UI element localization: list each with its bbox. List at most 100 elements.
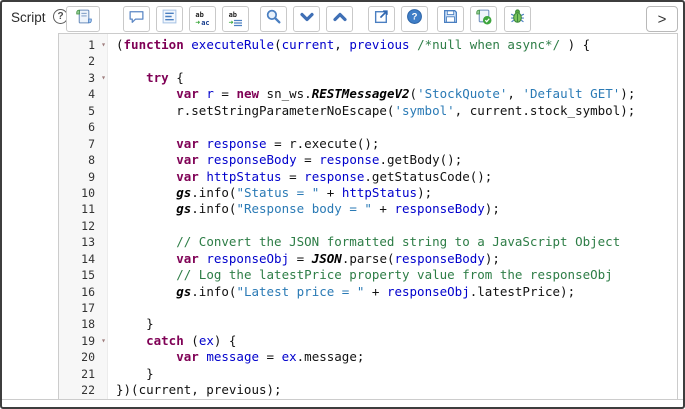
code-text: gs.info("Latest price = " + responseObj.… xyxy=(176,283,576,299)
line-number: 6 xyxy=(88,120,95,135)
code-text: r.setStringParameterNoEscape('symbol', c… xyxy=(116,102,636,118)
debug-button[interactable] xyxy=(504,6,531,32)
code-lines[interactable]: 1 ▾ (function executeRule(current, previou… xyxy=(59,34,677,399)
line-number: 5 xyxy=(88,103,95,118)
open-in-new-window-button[interactable] xyxy=(368,6,395,32)
comment-icon xyxy=(128,8,145,30)
code-line[interactable]: 10 gs.info("Status = " + httpStatus); xyxy=(59,185,677,201)
code-text: gs.info("Status = " + httpStatus); xyxy=(176,184,433,200)
code-line[interactable]: 17 xyxy=(59,300,677,316)
code-editor[interactable]: 1 ▾ (function executeRule(current, previou… xyxy=(58,33,678,399)
code-line[interactable]: 15 // Log the latestPrice property value… xyxy=(59,267,677,283)
code-line[interactable]: 3 ▾ try { xyxy=(59,70,677,86)
replace-icon-text-bottom: ac xyxy=(201,18,210,27)
svg-text:?: ? xyxy=(412,12,418,23)
replace-all-button[interactable]: ab ➜ xyxy=(222,6,249,32)
line-number: 18 xyxy=(81,317,95,332)
help-icon: ? xyxy=(406,8,423,30)
code-line[interactable]: 7 var response = r.execute(); xyxy=(59,136,677,152)
script-fields-button[interactable] xyxy=(66,6,100,32)
code-text: } xyxy=(116,316,154,332)
code-line[interactable]: 4 var r = new sn_ws.RESTMessageV2('Stock… xyxy=(59,86,677,102)
code-line[interactable]: 11 gs.info("Response body = " + response… xyxy=(59,201,677,217)
code-line[interactable]: 6 xyxy=(59,119,677,135)
fold-arrow-icon[interactable]: ▾ xyxy=(101,70,106,86)
script-editor-toolbar: ab ➜ ac ab ➜ ? xyxy=(66,5,537,33)
chevron-down-icon xyxy=(299,9,315,30)
code-line[interactable]: 5 r.setStringParameterNoEscape('symbol',… xyxy=(59,103,677,119)
line-number: 9 xyxy=(88,169,95,184)
syntax-check-button[interactable] xyxy=(470,6,497,32)
line-number: 16 xyxy=(81,284,95,299)
line-number: 10 xyxy=(81,185,95,200)
code-text: var response = r.execute(); xyxy=(176,135,380,151)
line-number: 15 xyxy=(81,268,95,283)
popout-icon xyxy=(373,8,390,30)
save-icon xyxy=(442,8,459,30)
code-text: // Log the latestPrice property value fr… xyxy=(176,267,613,283)
line-number: 21 xyxy=(81,366,95,381)
code-line[interactable]: 16 gs.info("Latest price = " + responseO… xyxy=(59,284,677,300)
code-text: gs.info("Response body = " + responseBod… xyxy=(176,201,500,217)
green-arrow-icon: ➜ xyxy=(195,17,201,27)
code-text: // Convert the JSON formatted string to … xyxy=(176,234,621,250)
line-number: 7 xyxy=(88,136,95,151)
script-field-container: Script ? ab ➜ ac ab ➜ ? > 1 ▾ (function … xyxy=(0,0,685,409)
line-number: 4 xyxy=(88,87,95,102)
code-text: var httpStatus = response.getStatusCode(… xyxy=(176,168,493,184)
line-number: 8 xyxy=(88,153,95,168)
search-icon xyxy=(265,8,282,30)
expand-editor-button[interactable]: > xyxy=(646,6,678,32)
code-text: try { xyxy=(146,69,184,85)
line-number: 3 ▾ xyxy=(88,70,106,86)
line-number: 13 xyxy=(81,235,95,250)
line-number: 22 xyxy=(81,383,95,398)
toggle-comment-button[interactable] xyxy=(123,6,150,32)
code-text: var r = new sn_ws.RESTMessageV2('StockQu… xyxy=(176,86,636,102)
bottom-divider xyxy=(2,399,683,400)
fold-arrow-icon[interactable]: ▾ xyxy=(101,333,106,349)
code-text: })(current, previous); xyxy=(116,382,282,398)
field-label: Script xyxy=(11,10,46,25)
line-number: 17 xyxy=(81,301,95,315)
code-text: var responseBody = response.getBody(); xyxy=(176,152,463,168)
line-number: 14 xyxy=(81,251,95,266)
save-button[interactable] xyxy=(437,6,464,32)
find-previous-button[interactable] xyxy=(326,6,353,32)
code-text: var responseObj = JSON.parse(responseBod… xyxy=(176,250,500,266)
replace-button[interactable]: ab ➜ ac xyxy=(189,6,216,32)
code-line[interactable]: 18 } xyxy=(59,316,677,332)
code-line[interactable]: 21 } xyxy=(59,366,677,382)
replace-icon: ab ➜ ac xyxy=(195,11,210,27)
line-number: 2 xyxy=(88,54,95,69)
code-line[interactable]: 13 // Convert the JSON formatted string … xyxy=(59,234,677,250)
format-code-button[interactable] xyxy=(156,6,183,32)
code-line[interactable]: 14 var responseObj = JSON.parse(response… xyxy=(59,251,677,267)
code-text: (function executeRule(current, previous … xyxy=(116,37,591,52)
code-line[interactable]: 2 xyxy=(59,53,677,69)
code-line[interactable]: 12 xyxy=(59,218,677,234)
line-number: 11 xyxy=(81,202,95,217)
help-button[interactable]: ? xyxy=(401,6,428,32)
code-line[interactable]: 22 })(current, previous); xyxy=(59,382,677,398)
replace-all-icon: ab ➜ xyxy=(228,11,243,27)
fold-arrow-icon[interactable]: ▾ xyxy=(101,37,106,53)
find-next-button[interactable] xyxy=(293,6,320,32)
search-button[interactable] xyxy=(260,6,287,32)
code-line[interactable]: 1 ▾ (function executeRule(current, previou… xyxy=(59,37,677,53)
code-line[interactable]: 19 ▾ catch (ex) { xyxy=(59,333,677,349)
code-text: } xyxy=(116,365,154,381)
green-arrow-icon: ➜ xyxy=(228,17,234,27)
line-number: 12 xyxy=(81,218,95,233)
code-text: catch (ex) { xyxy=(146,332,237,348)
script-icon xyxy=(75,8,92,30)
code-text: var message = ex.message; xyxy=(176,349,365,365)
code-line[interactable]: 8 var responseBody = response.getBody(); xyxy=(59,152,677,168)
line-number: 1 ▾ xyxy=(88,37,106,53)
code-line[interactable]: 9 var httpStatus = response.getStatusCod… xyxy=(59,169,677,185)
code-line[interactable]: 20 var message = ex.message; xyxy=(59,349,677,365)
format-code-icon xyxy=(161,8,178,30)
chevron-up-icon xyxy=(332,9,348,30)
